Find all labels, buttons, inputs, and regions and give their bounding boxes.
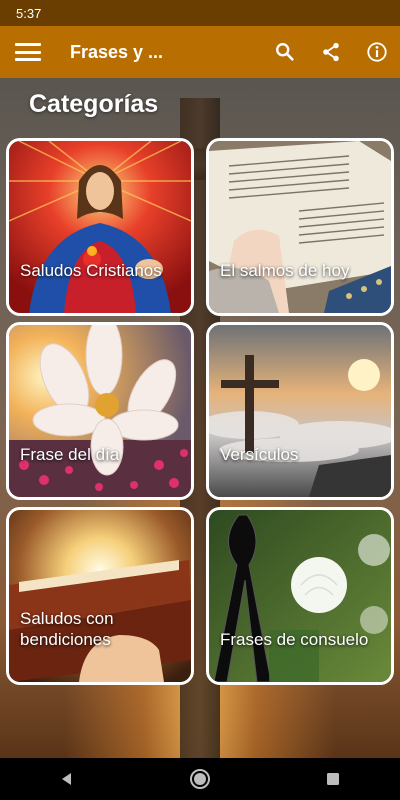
back-button[interactable] (37, 758, 97, 800)
page-title: Categorías (29, 90, 159, 118)
app-title: Frases y ... (70, 41, 164, 62)
category-label: Frase del día (20, 445, 120, 464)
share-icon (323, 42, 339, 62)
home-icon (189, 769, 210, 789)
categories-screen[interactable]: Categorías Saludos Cristianos El salmos … (0, 78, 400, 758)
back-icon (61, 773, 71, 785)
category-label: Frases de consuelo (220, 630, 369, 649)
menu-button[interactable] (0, 26, 56, 78)
recents-icon (327, 773, 340, 785)
info-icon (367, 42, 387, 62)
navigation-bar (0, 758, 400, 800)
hands-open-bible-image (209, 141, 391, 313)
jesus-sacred-heart-image (9, 141, 191, 313)
search-button[interactable] (262, 26, 308, 78)
category-label: Saludos con bendiciones (20, 609, 114, 649)
category-card-el-salmos-de-hoy[interactable]: El salmos de hoy (206, 138, 394, 316)
category-card-saludos-con-bendiciones[interactable]: Saludos con bendiciones (6, 507, 194, 685)
category-card-versiculos[interactable]: Versículos (206, 322, 394, 500)
bible-in-hand-sunlight-image (9, 510, 191, 682)
home-button[interactable] (170, 758, 230, 800)
category-card-frases-de-consuelo[interactable]: Frases de consuelo (206, 507, 394, 685)
status-time: 5:37 (16, 5, 42, 21)
category-label: Saludos Cristianos (20, 261, 162, 280)
menu-icon (15, 43, 41, 61)
app-bar: Frases y ... (0, 26, 400, 78)
share-button[interactable] (308, 26, 354, 78)
category-card-frase-del-dia[interactable]: Frase del día (6, 322, 194, 500)
white-flower-sunset-image (9, 325, 191, 497)
recents-button[interactable] (303, 758, 363, 800)
status-bar: 5:37 (0, 0, 400, 26)
category-label: Versículos (220, 445, 299, 464)
search-icon (276, 43, 294, 61)
category-label: El salmos de hoy (220, 261, 350, 280)
black-ribbon-white-rose-image (209, 510, 391, 682)
info-button[interactable] (354, 26, 400, 78)
category-card-saludos-cristianos[interactable]: Saludos Cristianos (6, 138, 194, 316)
cross-above-clouds-image (209, 325, 391, 497)
